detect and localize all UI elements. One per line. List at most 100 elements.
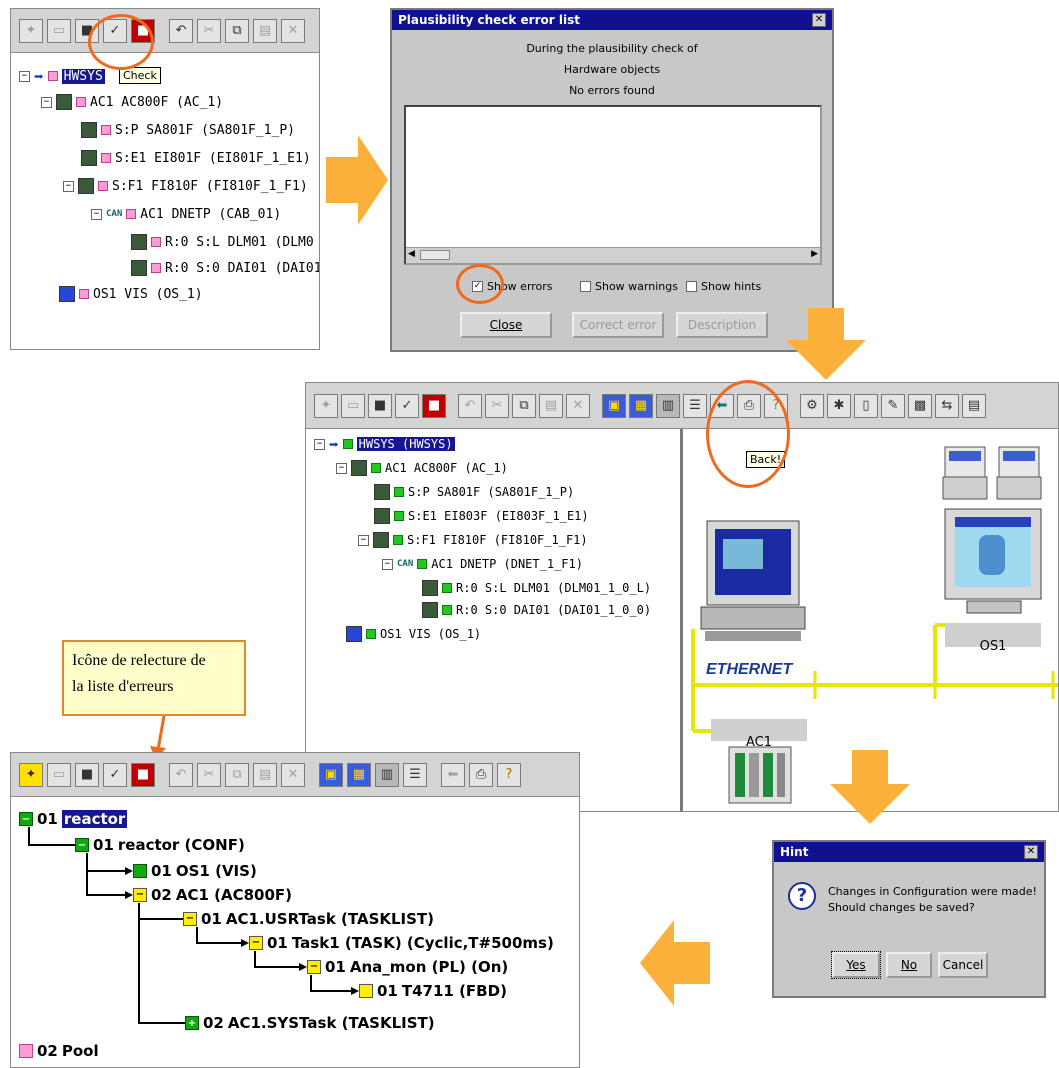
hardware-icon[interactable]: ▯ [854, 393, 878, 418]
monitor-icon [59, 286, 75, 302]
collapse-icon[interactable]: − [19, 70, 30, 82]
correct-error-button[interactable]: Correct error [572, 312, 664, 338]
show-hints-checkbox[interactable]: Show hints [686, 280, 761, 293]
collapse-icon[interactable]: − [133, 888, 147, 902]
tree-row-hwsys[interactable]: − ➡ HWSYS (HWSYS) [314, 435, 455, 454]
collapse-icon[interactable]: − [336, 462, 347, 474]
checkbox-icon[interactable] [580, 281, 591, 292]
tree-label: S:F1 FI810F (FI810F_1_F1) [407, 533, 588, 547]
horizontal-scrollbar[interactable]: ◀ ▶ [406, 247, 820, 263]
engineering-pc-icon[interactable] [700, 520, 806, 641]
os-workstation-icon[interactable] [944, 508, 1042, 614]
tree-row-usrtask[interactable]: − 01 AC1.USRTask (TASKLIST) [183, 910, 434, 928]
tree-row-reactor-root[interactable]: − 01 reactor [19, 810, 128, 828]
collapse-icon[interactable]: − [314, 438, 325, 450]
callout-line1: Icône de relecture de [72, 652, 206, 669]
collapse-icon[interactable]: − [19, 812, 33, 826]
tree-row-sp[interactable]: S:P SA801F (SA801F_1_P) [81, 121, 295, 139]
tree-row-se1[interactable]: S:E1 EI801F (EI801F_1_E1) [81, 149, 311, 167]
hw-tree-top: − ➡ HWSYS − AC1 AC800F (AC_1) S:P SA801F… [11, 9, 319, 349]
status-pink-icon [76, 97, 86, 107]
checkbox-icon[interactable] [686, 281, 697, 292]
collapse-icon[interactable]: − [382, 558, 393, 570]
tree-num: 02 [203, 1014, 224, 1032]
tree-num: 01 [325, 958, 346, 976]
status-green-icon [442, 583, 452, 593]
tree-row-sp[interactable]: S:P SA801F (SA801F_1_P) [374, 483, 574, 501]
tree-row-task1[interactable]: − 01 Task1 (TASK) (Cyclic,T#500ms) [249, 934, 554, 952]
scroll-left-icon[interactable]: ◀ [408, 249, 415, 259]
can-icon: CAN [397, 559, 414, 569]
tree-row-reactor-conf[interactable]: − 01 reactor (CONF) [75, 836, 245, 854]
tree-row-os1[interactable]: 01 OS1 (VIS) [133, 862, 257, 880]
module-icon [374, 484, 390, 500]
collapse-icon[interactable]: − [249, 936, 263, 950]
tree-row-ac1[interactable]: − 02 AC1 (AC800F) [133, 886, 292, 904]
bus-icon[interactable]: ▩ [908, 393, 932, 418]
close-button[interactable]: Close [460, 312, 552, 338]
scroll-thumb[interactable] [420, 250, 450, 260]
tree-row-dnetp[interactable]: − CAN AC1 DNETP (CAB_01) [91, 205, 281, 223]
tree-row-dlm01[interactable]: R:0 S:L DLM01 (DLM01_1_0_L) [422, 579, 651, 597]
callout-box: Icône de relecture de la liste d'erreurs [62, 640, 246, 716]
settings-icon[interactable]: ✱ [827, 393, 851, 418]
cancel-button[interactable]: Cancel [938, 952, 988, 978]
collapse-icon[interactable]: − [63, 180, 74, 192]
check-highlight-circle [88, 14, 154, 70]
edit-icon[interactable]: ✎ [881, 393, 905, 418]
description-button[interactable]: Description [676, 312, 768, 338]
status-green-icon [417, 559, 428, 569]
show-warnings-checkbox[interactable]: Show warnings [580, 280, 678, 293]
tree-row-t4711[interactable]: 01 T4711 (FBD) [359, 982, 507, 1000]
collapse-icon[interactable]: − [41, 96, 52, 108]
tree-num: 01 [37, 810, 58, 828]
module-icon [81, 122, 97, 138]
tree-row-dai01[interactable]: R:0 S:0 DAI01 (DAI01_1_0_0) [422, 601, 651, 619]
status-pink-icon [47, 71, 58, 81]
connect-icon[interactable]: ⇆ [935, 393, 959, 418]
status-pink-icon [151, 237, 161, 247]
controller-icon [56, 94, 72, 110]
module-tool-icon[interactable]: ▤ [962, 393, 986, 418]
tree-row-dai01[interactable]: R:0 S:0 DAI01 (DAI01_ [131, 259, 319, 277]
list-icon[interactable]: ☰ [683, 393, 707, 418]
expand-icon[interactable]: + [185, 1016, 199, 1030]
tree-row-dlm01[interactable]: R:0 S:L DLM01 (DLM0 [131, 233, 314, 251]
config-icon[interactable]: ⚙ [800, 393, 824, 418]
status-pink-icon [101, 125, 111, 135]
tree-row-ac1[interactable]: − AC1 AC800F (AC_1) [336, 459, 508, 477]
tree-row-sf1[interactable]: − S:F1 FI810F (FI810F_1_F1) [358, 531, 588, 549]
close-icon[interactable]: ✕ [812, 13, 826, 27]
collapse-icon[interactable]: − [307, 960, 321, 974]
tree-label: S:P SA801F (SA801F_1_P) [408, 485, 575, 499]
collapse-icon[interactable]: − [358, 534, 369, 546]
tree-row-dnetp[interactable]: − CAN AC1 DNETP (DNET_1_F1) [382, 555, 583, 573]
status-yellow-icon [359, 984, 373, 998]
scroll-right-icon[interactable]: ▶ [811, 249, 818, 259]
printer-icon [942, 446, 988, 500]
controller-icon [351, 460, 367, 476]
hint-dialog: Hint ✕ ? Changes in Configuration were m… [772, 840, 1046, 998]
tree-row-ac1[interactable]: − AC1 AC800F (AC_1) [41, 93, 223, 111]
error-list-box[interactable]: ◀ ▶ [404, 105, 822, 265]
can-icon: CAN [106, 209, 123, 219]
collapse-icon[interactable]: − [75, 838, 89, 852]
tree-row-os1[interactable]: OS1 VIS (OS_1) [59, 285, 203, 303]
close-icon[interactable]: ✕ [1024, 845, 1038, 859]
tree-row-os1[interactable]: OS1 VIS (OS_1) [346, 625, 481, 643]
collapse-icon[interactable]: − [183, 912, 197, 926]
back-highlight-circle [706, 380, 790, 488]
yes-button[interactable]: Yes [831, 951, 881, 979]
show-errors-highlight-circle [456, 264, 504, 304]
tree-label: AC1.USRTask (TASKLIST) [225, 910, 435, 928]
tree-row-sf1[interactable]: − S:F1 FI810F (FI810F_1_F1) [63, 177, 308, 195]
collapse-icon[interactable]: − [91, 208, 102, 220]
tree-row-hwsys[interactable]: − ➡ HWSYS [19, 67, 105, 86]
tree-label: T4711 (FBD) [401, 982, 507, 1000]
tree-row-se1[interactable]: S:E1 EI803F (EI803F_1_E1) [374, 507, 589, 525]
ac800f-rack-icon[interactable] [728, 746, 792, 804]
tree-row-ana-mon[interactable]: − 01 Ana_mon (PL) (On) [307, 958, 508, 976]
tree-row-systask[interactable]: + 02 AC1.SYSTask (TASKLIST) [185, 1014, 435, 1032]
no-button[interactable]: No [886, 952, 932, 978]
tree-row-pool[interactable]: 02 Pool [19, 1042, 99, 1060]
